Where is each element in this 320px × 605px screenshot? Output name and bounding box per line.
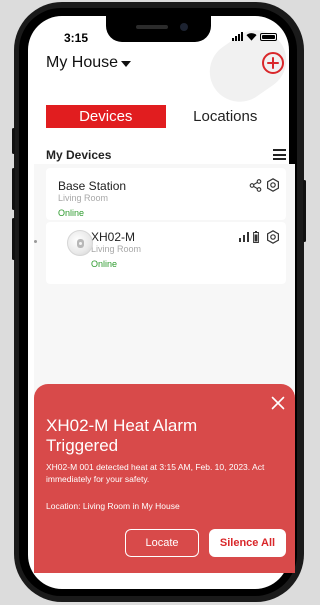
device-status: Online bbox=[91, 259, 118, 269]
alarm-alert-sheet: XH02-M Heat Alarm Triggered XH02-M 001 d… bbox=[34, 384, 295, 573]
share-icon[interactable] bbox=[249, 179, 262, 192]
status-icons bbox=[232, 32, 277, 41]
cell-signal-icon bbox=[232, 32, 243, 41]
settings-gear-icon[interactable] bbox=[266, 230, 280, 244]
heat-detector-icon bbox=[67, 230, 93, 256]
wifi-icon bbox=[246, 33, 257, 41]
view-tabs: Devices Locations bbox=[46, 105, 285, 128]
tab-devices[interactable]: Devices bbox=[46, 105, 166, 128]
menu-icon[interactable] bbox=[273, 149, 286, 160]
silence-all-button[interactable]: Silence All bbox=[209, 529, 286, 557]
caret-down-icon bbox=[121, 61, 132, 67]
signal-icon bbox=[239, 232, 249, 242]
alert-title: XH02-M Heat Alarm Triggered bbox=[46, 416, 198, 455]
device-status: Online bbox=[58, 208, 85, 218]
side-button bbox=[303, 180, 306, 242]
status-time: 3:15 bbox=[64, 31, 89, 45]
battery-icon bbox=[253, 231, 259, 243]
house-selector[interactable]: My House bbox=[46, 54, 132, 72]
add-device-button[interactable] bbox=[262, 52, 284, 74]
tab-locations[interactable]: Locations bbox=[166, 105, 286, 128]
list-bullet bbox=[34, 240, 37, 243]
side-button bbox=[12, 128, 15, 154]
device-name: XH02-M bbox=[91, 230, 136, 244]
close-icon[interactable] bbox=[271, 396, 285, 410]
alert-message: XH02-M 001 detected heat at 3:15 AM, Feb… bbox=[46, 462, 265, 484]
plus-circle-icon bbox=[267, 57, 279, 69]
locate-button[interactable]: Locate bbox=[125, 529, 199, 557]
house-name: My House bbox=[46, 54, 119, 71]
battery-icon bbox=[260, 32, 277, 41]
device-card-base-station[interactable]: Base Station Living Room Online bbox=[46, 168, 286, 220]
device-name: Base Station bbox=[58, 179, 127, 193]
side-button bbox=[12, 168, 15, 210]
side-button bbox=[12, 218, 15, 260]
alert-location: Location: Living Room in My House bbox=[46, 501, 180, 511]
device-room: Living Room bbox=[91, 244, 142, 254]
section-title: My Devices bbox=[46, 148, 112, 162]
settings-gear-icon[interactable] bbox=[266, 178, 280, 192]
phone-notch bbox=[106, 16, 211, 42]
device-room: Living Room bbox=[58, 193, 109, 203]
